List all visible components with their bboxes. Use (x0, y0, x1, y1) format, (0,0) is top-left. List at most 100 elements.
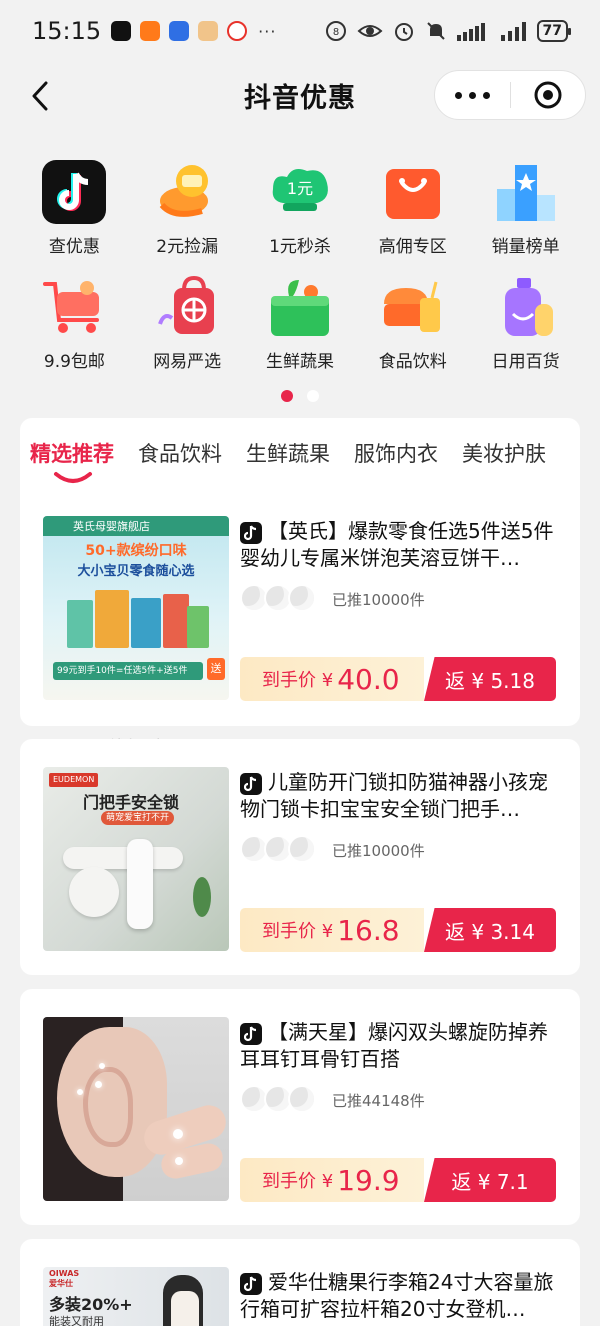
page-indicator (0, 390, 600, 402)
price-value: 19.9 (337, 1163, 400, 1197)
tab-meizhuang[interactable]: 美妆护肤 (462, 438, 546, 468)
category-item-riyong[interactable]: 日用百货 (469, 273, 582, 372)
douyin-badge-icon (240, 1023, 262, 1045)
price-bar[interactable]: 到手价 ¥19.9 返 ¥ 7.1 (240, 1158, 556, 1202)
product-card[interactable]: OIWAS 爱华仕 多装20%+ 能装又耐用 爱华仕糖果行李箱24寸大容量旅行箱… (20, 1239, 580, 1326)
category-label: 食品饮料 (378, 352, 447, 372)
more-options-button[interactable] (435, 71, 510, 119)
category-item-9.9[interactable]: 9.9包邮 (18, 273, 131, 372)
product-image-brand: 英氏母婴旗舰店 (73, 520, 150, 533)
sold-count: 已推44148件 (332, 1091, 425, 1110)
tab-shengxian[interactable]: 生鲜蔬果 (246, 438, 330, 468)
product-title[interactable]: 【英氏】爆款零食任选5件送5件婴幼儿专属米饼泡芙溶豆饼干… (240, 518, 560, 572)
category-label: 查优惠 (48, 237, 100, 257)
netease-bag-icon (153, 273, 221, 341)
category-label: 生鲜蔬果 (265, 352, 334, 372)
close-miniprogram-button[interactable] (511, 71, 585, 119)
buyer-avatars (240, 1085, 320, 1115)
price-prefix: 到手价 ¥ (262, 921, 334, 942)
category-item-wangyi[interactable]: 网易严选 (131, 273, 244, 372)
weibo-app-icon (227, 21, 248, 41)
product-info: 儿童防开门锁扣防猫神器小孩宠物门锁卡扣宝宝安全锁门把手… 已推10000件 (240, 769, 560, 865)
price-value: 16.8 (337, 913, 400, 947)
douyin-badge-icon (240, 773, 262, 795)
final-price: 到手价 ¥40.0 (240, 657, 424, 701)
product-image-headline: 多装20%+ (49, 1295, 133, 1314)
category-label: 日用百货 (491, 352, 560, 372)
shopping-cart-icon (40, 273, 108, 341)
hd-call-icon: 8 (325, 21, 346, 41)
product-title[interactable]: 爱华仕糖果行李箱24寸大容量旅行箱可扩容拉杆箱20寸女登机… (240, 1269, 560, 1323)
avatar (288, 1085, 316, 1113)
tab-shipin[interactable]: 食品饮料 (138, 438, 222, 468)
product-card[interactable]: EUDEMON 门把手安全锁 萌宠爱宝打不开 儿童防开门锁扣防猫神器小孩宠物门锁… (20, 739, 580, 975)
product-image-headline: 门把手安全锁 (83, 793, 180, 812)
rebate-badge: 返 ¥ 3.14 (424, 908, 556, 952)
battery-level: 77 (536, 20, 572, 42)
product-image-subline: 萌宠爱宝打不开 (101, 811, 175, 825)
category-grid: 查优惠 2元捡漏 1元 1元秒杀 高佣专区 销量榜单 9.9包邮 网易严选 生鲜… (18, 158, 582, 372)
daily-goods-icon (492, 273, 560, 341)
ranking-icon (492, 158, 560, 226)
category-label: 网易严选 (153, 352, 222, 372)
category-item-cha-youhui[interactable]: 查优惠 (18, 158, 131, 257)
product-title[interactable]: 儿童防开门锁扣防猫神器小孩宠物门锁卡扣宝宝安全锁门把手… (240, 769, 560, 823)
status-time: 15:15 (32, 17, 102, 45)
buyer-avatars (240, 584, 320, 614)
product-title-text: 【英氏】爆款零食任选5件送5件婴幼儿专属米饼泡芙溶豆饼干… (240, 519, 554, 570)
buyer-avatars (240, 835, 320, 865)
rebate-badge: 返 ¥ 7.1 (424, 1158, 556, 1202)
shopping-bag-icon (379, 158, 447, 226)
feed-card: 精选推荐 食品饮料 生鲜蔬果 服饰内衣 美妆护肤 英氏母婴旗舰店 50+款缤纷口… (20, 418, 580, 726)
one-yuan-icon: 1元 (266, 158, 334, 226)
price-bar[interactable]: 到手价 ¥40.0 返 ¥ 5.18 (240, 657, 556, 701)
product-image-promo: 99元到手10件=任选5件+送5件 (53, 662, 203, 680)
product-image: OIWAS 爱华仕 多装20%+ 能装又耐用 (43, 1267, 229, 1326)
category-label: 高佣专区 (378, 237, 447, 257)
tab-jingxuan[interactable]: 精选推荐 (30, 438, 114, 468)
category-label: 9.9包邮 (43, 352, 105, 372)
price-bar[interactable]: 到手价 ¥16.8 返 ¥ 3.14 (240, 908, 556, 952)
product-title[interactable]: 【满天星】爆闪双头螺旋防掉养耳耳钉耳骨钉百搭 (240, 1019, 560, 1073)
status-bar: 15:15 ··· 8 77 (0, 0, 600, 62)
product-image: 英氏母婴旗舰店 50+款缤纷口味 大小宝贝零食随心选 99元到手10件=任选5件… (43, 516, 229, 700)
douyin-app-icon (111, 21, 132, 41)
category-item-gaoyong[interactable]: 高佣专区 (356, 158, 469, 257)
category-item-shengxian[interactable]: 生鲜蔬果 (244, 273, 357, 372)
target-close-icon (534, 81, 562, 109)
product-image-subline: 大小宝贝零食随心选 (77, 564, 195, 579)
product-image-gift: 送 (207, 658, 225, 680)
buyers-row: 已推10000件 (240, 584, 560, 614)
signal-icon (456, 23, 485, 41)
product-image-brand-en: OIWAS (49, 1269, 80, 1278)
category-tabs: 精选推荐 食品饮料 生鲜蔬果 服饰内衣 美妆护肤 (30, 438, 546, 468)
eye-icon (357, 25, 383, 37)
product-card[interactable]: 【满天星】爆闪双头螺旋防掉养耳耳钉耳骨钉百搭 已推44148件 到手价 ¥19.… (20, 989, 580, 1225)
avatar (288, 584, 316, 612)
buyers-row: 已推44148件 (240, 1085, 560, 1115)
category-label: 销量榜单 (491, 237, 560, 257)
product-title-text: 【满天星】爆闪双头螺旋防掉养耳耳钉耳骨钉百搭 (240, 1020, 548, 1071)
vegetable-basket-icon (266, 273, 334, 341)
category-label: 1元秒杀 (269, 237, 331, 257)
tab-fushi[interactable]: 服饰内衣 (354, 438, 438, 468)
product-image (43, 1017, 229, 1201)
product-image-headline: 50+款缤纷口味 (85, 543, 187, 559)
category-item-shipin[interactable]: 食品饮料 (356, 273, 469, 372)
product-info: 爱华仕糖果行李箱24寸大容量旅行箱可扩容拉杆箱20寸女登机… (240, 1269, 560, 1323)
product-image-promo-text: 99元到手10件=任选5件+送5件 (57, 666, 188, 676)
page-dot-active (281, 390, 293, 402)
product-info: 【英氏】爆款零食任选5件送5件婴幼儿专属米饼泡芙溶豆饼干… 已推10000件 (240, 518, 560, 614)
price-prefix: 到手价 ¥ (262, 1171, 334, 1192)
category-item-2yuan[interactable]: 2元捡漏 (131, 158, 244, 257)
douyin-icon (40, 158, 108, 226)
product-image-brand: EUDEMON (49, 773, 99, 787)
douyin-badge-icon (240, 1273, 262, 1295)
product-title-text: 爱华仕糖果行李箱24寸大容量旅行箱可扩容拉杆箱20寸女登机… (240, 1270, 554, 1321)
svg-text:8: 8 (332, 27, 338, 38)
coin-hand-icon (153, 158, 221, 226)
product-image-subline: 能装又耐用 (49, 1315, 104, 1326)
category-item-1yuan[interactable]: 1元 1元秒杀 (244, 158, 357, 257)
product-info: 【满天星】爆闪双头螺旋防掉养耳耳钉耳骨钉百搭 已推44148件 (240, 1019, 560, 1115)
category-item-xiaoliang[interactable]: 销量榜单 (469, 158, 582, 257)
